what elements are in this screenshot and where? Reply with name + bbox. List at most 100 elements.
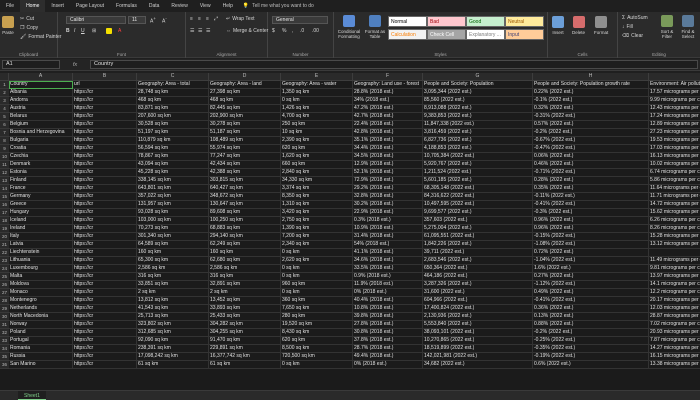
row-header[interactable]: 2 bbox=[0, 89, 9, 97]
table-cell[interactable]: 12.03 micrograms per cubic meter (2016 e… bbox=[649, 305, 700, 313]
align-top-button[interactable]: ≡ bbox=[190, 16, 193, 22]
row-header[interactable]: 3 bbox=[0, 97, 9, 105]
table-cell[interactable]: 37.8% (2018 est.) bbox=[353, 337, 423, 345]
table-cell[interactable]: 42.7% (2018 est.) bbox=[353, 113, 423, 121]
table-cell[interactable]: 51,197 sq km bbox=[137, 129, 209, 137]
column-header-g[interactable]: G bbox=[423, 73, 533, 81]
table-cell[interactable]: 11.64 micrograms per cubic meter (2016 e… bbox=[649, 185, 700, 193]
fill-button[interactable]: ↓ Fill bbox=[622, 24, 633, 30]
row-header[interactable]: 29 bbox=[0, 305, 9, 313]
table-cell[interactable]: 42,434 sq km bbox=[209, 161, 281, 169]
table-cell[interactable]: 34.5% (2018 est.) bbox=[353, 153, 423, 161]
table-cell[interactable]: 0.28% (2022 est.) bbox=[533, 177, 649, 185]
table-cell[interactable]: 108,489 sq km bbox=[209, 137, 281, 145]
table-cell[interactable]: https://cr bbox=[73, 129, 137, 137]
table-cell[interactable]: 22.9% (2018 est.) bbox=[353, 209, 423, 217]
table-cell[interactable]: 13.12 micrograms per cubic meter (2016 e… bbox=[649, 241, 700, 249]
table-cell[interactable]: 25,433 sq km bbox=[209, 313, 281, 321]
table-cell[interactable]: Norway bbox=[9, 321, 73, 329]
table-cell[interactable]: 13.97 micrograms per cubic meter (2016 e… bbox=[649, 273, 700, 281]
table-cell[interactable]: 160 sq km bbox=[209, 249, 281, 257]
table-cell[interactable]: Denmark bbox=[9, 161, 73, 169]
table-cell[interactable]: 0.06% (2022 est.) bbox=[533, 153, 649, 161]
table-cell[interactable]: 2,390 sq km bbox=[281, 137, 353, 145]
table-cell[interactable]: 0.27% (2022 est.) bbox=[533, 273, 649, 281]
table-cell[interactable]: https://cr bbox=[73, 137, 137, 145]
table-cell[interactable]: 77,247 sq km bbox=[209, 153, 281, 161]
table-cell[interactable]: Albania bbox=[9, 89, 73, 97]
table-cell[interactable]: 620 sq km bbox=[281, 145, 353, 153]
table-cell[interactable]: 2 sq km bbox=[137, 289, 209, 297]
table-cell[interactable]: 15.62 micrograms per cubic meter (2016 e… bbox=[649, 209, 700, 217]
table-cell[interactable]: 0.6% (2022 est.) bbox=[533, 361, 649, 369]
row-header[interactable]: 31 bbox=[0, 321, 9, 329]
number-format-dropdown[interactable]: General bbox=[272, 16, 328, 24]
tab-review[interactable]: Review bbox=[165, 0, 193, 12]
table-cell[interactable]: Bosnia and Herzegovina bbox=[9, 129, 73, 137]
table-cell[interactable]: https://cr bbox=[73, 193, 137, 201]
row-header[interactable]: 36 bbox=[0, 361, 9, 369]
clear-button[interactable]: ⌫ Clear bbox=[622, 33, 643, 39]
table-cell[interactable]: https://cr bbox=[73, 169, 137, 177]
font-name-dropdown[interactable]: Calibri bbox=[66, 16, 126, 24]
table-cell[interactable]: 33,893 sq km bbox=[209, 305, 281, 313]
table-cell[interactable]: 41.1% (2018 est.) bbox=[353, 249, 423, 257]
row-header[interactable]: 7 bbox=[0, 129, 9, 137]
table-cell[interactable]: -0.25% (2022 est.) bbox=[533, 337, 649, 345]
table-cell[interactable]: -0.2% (2022 est.) bbox=[533, 129, 649, 137]
autosum-button[interactable]: Σ AutoSum bbox=[622, 15, 648, 21]
table-cell[interactable]: 3,287,326 (2022 est.) bbox=[423, 281, 533, 289]
table-cell[interactable]: 2,750 sq km bbox=[281, 217, 353, 225]
table-cell[interactable]: 13,452 sq km bbox=[209, 297, 281, 305]
row-header[interactable]: 6 bbox=[0, 121, 9, 129]
header-cell[interactable]: Geography: Area - total bbox=[137, 81, 209, 89]
table-cell[interactable]: https://cr bbox=[73, 217, 137, 225]
table-cell[interactable]: 0.32% (2022 est.) bbox=[533, 105, 649, 113]
column-header-i[interactable]: I bbox=[649, 73, 700, 81]
table-cell[interactable]: 1,390 sq km bbox=[281, 225, 353, 233]
row-header[interactable]: 5 bbox=[0, 113, 9, 121]
table-cell[interactable]: 304,255 sq km bbox=[209, 329, 281, 337]
tab-home[interactable]: Home bbox=[20, 0, 46, 12]
sort-filter-button[interactable]: Sort & Filter bbox=[658, 15, 676, 39]
tab-file[interactable]: File bbox=[0, 0, 20, 12]
table-cell[interactable]: 49.4% (2018 est.) bbox=[353, 353, 423, 361]
table-cell[interactable]: https://cr bbox=[73, 265, 137, 273]
column-header-e[interactable]: E bbox=[281, 73, 353, 81]
table-cell[interactable]: 28,748 sq km bbox=[137, 89, 209, 97]
row-header[interactable]: 14 bbox=[0, 185, 9, 193]
align-center-button[interactable]: ☰ bbox=[198, 28, 202, 34]
table-cell[interactable]: -0.71% (2022 est.) bbox=[533, 169, 649, 177]
table-cell[interactable]: 1,620 sq km bbox=[281, 153, 353, 161]
row-header[interactable]: 34 bbox=[0, 345, 9, 353]
table-cell[interactable]: 83,871 sq km bbox=[137, 105, 209, 113]
table-cell[interactable]: 0% (2018 est.) bbox=[353, 289, 423, 297]
table-cell[interactable]: https://cr bbox=[73, 297, 137, 305]
table-cell[interactable]: Bulgaria bbox=[9, 137, 73, 145]
table-cell[interactable]: 9.99 micrograms per cubic meter (2016 es… bbox=[649, 97, 700, 105]
table-cell[interactable]: 0.13% (2022 est.) bbox=[533, 313, 649, 321]
cell-style-calculation[interactable]: Calculation bbox=[388, 29, 427, 40]
table-cell[interactable]: 0.88% (2022 est.) bbox=[533, 321, 649, 329]
table-cell[interactable]: 34,330 sq km bbox=[281, 177, 353, 185]
table-cell[interactable]: 0 sq km bbox=[281, 273, 353, 281]
table-cell[interactable]: 468 sq km bbox=[209, 97, 281, 105]
insert-function-button[interactable]: fx bbox=[60, 62, 90, 68]
table-cell[interactable]: -0.31% (2022 est.) bbox=[533, 113, 649, 121]
table-cell[interactable]: 0.22% (2022 est.) bbox=[533, 89, 649, 97]
table-cell[interactable]: Netherlands bbox=[9, 305, 73, 313]
table-cell[interactable]: 11.49 micrograms per cubic meter (2016 e… bbox=[649, 257, 700, 265]
spreadsheet-grid[interactable]: ABCDEFGHI 1CountryurlGeography: Area - to… bbox=[0, 73, 700, 390]
header-cell[interactable]: People and Society: Population bbox=[423, 81, 533, 89]
table-cell[interactable]: 0.57% (2022 est.) bbox=[533, 121, 649, 129]
table-cell[interactable]: 2,840 sq km bbox=[281, 169, 353, 177]
table-cell[interactable]: -0.41% (2022 est.) bbox=[533, 297, 649, 305]
table-cell[interactable]: 8.26 micrograms per cubic meter (2016 es… bbox=[649, 225, 700, 233]
table-cell[interactable]: Croatia bbox=[9, 145, 73, 153]
table-cell[interactable]: https://cr bbox=[73, 153, 137, 161]
table-cell[interactable]: Germany bbox=[9, 193, 73, 201]
table-cell[interactable]: 7,650 sq km bbox=[281, 305, 353, 313]
table-cell[interactable]: 15.28 micrograms per cubic meter (2016 e… bbox=[649, 233, 700, 241]
table-cell[interactable]: 30,528 sq km bbox=[137, 121, 209, 129]
table-cell[interactable]: 304,282 sq km bbox=[209, 321, 281, 329]
